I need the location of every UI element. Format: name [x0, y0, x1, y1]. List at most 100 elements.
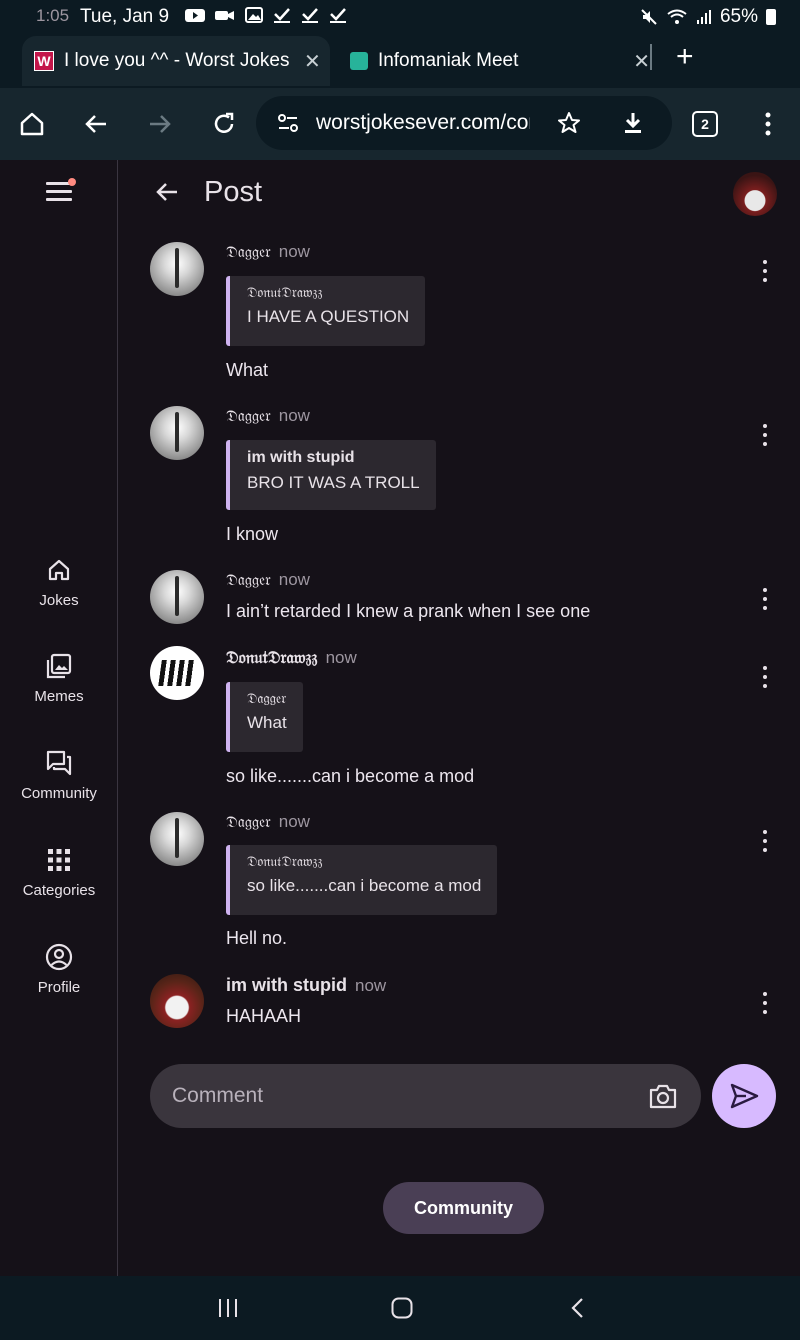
download-icon[interactable] — [620, 110, 646, 136]
close-tab-icon[interactable]: ✕ — [633, 49, 650, 74]
check-icon — [302, 8, 318, 23]
quote-author: 𝔇𝔬𝔫𝔲𝔱𝔇𝔯𝔞𝔴𝔷𝔷 — [247, 285, 323, 301]
tab-separator — [650, 44, 652, 70]
arrow-left-icon — [85, 115, 106, 133]
sidebar: Jokes Memes Community Categories Profile — [0, 160, 118, 1276]
url-text[interactable]: worstjokesever.com/community — [316, 111, 530, 135]
more-vert-icon[interactable] — [759, 992, 771, 1014]
quoted-reply[interactable]: 𝔇𝔬𝔫𝔲𝔱𝔇𝔯𝔞𝔴𝔷𝔷 I HAVE A QUESTION — [226, 276, 426, 346]
comment-author[interactable]: 𝔇𝔬𝔫𝔲𝔱𝔇𝔯𝔞𝔴𝔷𝔷 — [226, 648, 318, 668]
comment-text: I ain’t retarded I knew a prank when I s… — [226, 601, 591, 621]
check-icon — [330, 8, 346, 23]
status-date: Tue, Jan 9 — [80, 6, 170, 27]
back-nav-icon[interactable] — [566, 1296, 590, 1320]
comment-author[interactable]: 𝔇𝔞𝔤𝔤𝔢𝔯 — [226, 406, 271, 425]
more-vert-icon[interactable] — [759, 666, 771, 688]
signal-icon — [696, 10, 711, 24]
avatar[interactable] — [150, 570, 204, 624]
avatar[interactable] — [150, 242, 204, 296]
back-button[interactable] — [78, 106, 114, 142]
comment-input[interactable] — [172, 1082, 612, 1110]
comment-time: now — [278, 812, 310, 831]
infomaniak-favicon-icon — [350, 52, 368, 70]
comment-time: now — [325, 648, 357, 667]
system-indicators: 65% — [640, 6, 776, 28]
forward-button[interactable] — [142, 106, 178, 142]
site-settings-icon[interactable] — [276, 111, 300, 135]
arrow-back-icon[interactable] — [153, 178, 181, 206]
home-icon — [20, 112, 44, 136]
comment-author[interactable]: 𝔇𝔞𝔤𝔤𝔢𝔯 — [226, 570, 271, 589]
comment-text: I know — [226, 524, 279, 544]
page-title: Post — [204, 176, 263, 208]
more-vert-icon[interactable] — [759, 260, 771, 282]
notification-icons — [184, 6, 348, 24]
comment-time: now — [278, 570, 310, 589]
comment-text: Hell no. — [226, 928, 288, 948]
more-vert-icon[interactable] — [759, 424, 771, 446]
address-bar[interactable]: worstjokesever.com/community — [256, 96, 672, 150]
system-navigation-bar — [0, 1276, 800, 1340]
more-vert-icon[interactable] — [759, 830, 771, 852]
sidebar-item-profile[interactable]: Profile — [0, 943, 118, 996]
sidebar-item-categories[interactable]: Categories — [0, 846, 118, 899]
tab-title: I love you ^^ - Worst Jokes Ever — [64, 50, 296, 71]
menu-line — [46, 190, 72, 193]
avatar[interactable] — [150, 974, 204, 1028]
browser-tab-active[interactable]: W I love you ^^ - Worst Jokes Ever ✕ — [22, 36, 330, 86]
comment-text: HAHAAH — [226, 1006, 302, 1026]
sidebar-item-memes[interactable]: Memes — [0, 652, 118, 705]
battery-icon — [766, 9, 776, 25]
reload-button[interactable] — [206, 106, 242, 142]
new-tab-icon[interactable]: + — [676, 40, 694, 74]
camera-icon[interactable] — [648, 1082, 678, 1110]
quote-author: 𝔇𝔬𝔫𝔲𝔱𝔇𝔯𝔞𝔴𝔷𝔷 — [247, 854, 323, 870]
send-icon — [730, 1083, 759, 1109]
tab-title: Infomaniak Meet — [377, 50, 519, 71]
wifi-icon — [667, 9, 687, 24]
home-nav-icon[interactable] — [390, 1296, 414, 1320]
quote-text: What — [247, 713, 287, 732]
account-circle-icon — [45, 943, 73, 971]
recent-apps-icon[interactable] — [216, 1296, 240, 1320]
check-icon — [274, 8, 290, 23]
more-vert-icon[interactable] — [759, 588, 771, 610]
comment-author[interactable]: 𝔇𝔞𝔤𝔤𝔢𝔯 — [226, 242, 271, 261]
sidebar-item-community[interactable]: Community — [0, 749, 118, 802]
tab-switcher-button[interactable]: 2 — [692, 111, 718, 137]
avatar[interactable] — [150, 646, 204, 700]
browser-tab[interactable]: Infomaniak Meet ✕ — [350, 36, 650, 86]
send-button[interactable] — [712, 1064, 776, 1128]
home-button[interactable] — [14, 106, 50, 142]
sidebar-item-jokes[interactable]: Jokes — [0, 556, 118, 609]
browser-tab-strip: W I love you ^^ - Worst Jokes Ever ✕ Inf… — [0, 32, 800, 88]
avatar[interactable] — [150, 406, 204, 460]
sidebar-item-label: Community — [21, 785, 97, 802]
menu-button[interactable] — [46, 178, 76, 206]
quoted-reply[interactable]: 𝔇𝔞𝔤𝔤𝔢𝔯 What — [226, 682, 303, 752]
menu-line — [46, 198, 72, 201]
community-button[interactable]: Community — [383, 1182, 544, 1234]
comment-author[interactable]: im with stupid — [226, 975, 347, 995]
close-tab-icon[interactable]: ✕ — [304, 49, 321, 74]
comment-author[interactable]: 𝔇𝔞𝔤𝔤𝔢𝔯 — [226, 812, 271, 831]
comment-meta: 𝔇𝔞𝔤𝔤𝔢𝔯 now — [226, 406, 310, 426]
quote-author: 𝔇𝔞𝔤𝔤𝔢𝔯 — [247, 691, 287, 707]
worst-jokes-favicon-icon: W — [34, 51, 54, 71]
image-gallery-icon — [46, 653, 72, 679]
notification-dot — [68, 178, 76, 186]
quote-text: so like.......can i become a mod — [247, 876, 482, 895]
comment-meta: 𝔇𝔬𝔫𝔲𝔱𝔇𝔯𝔞𝔴𝔷𝔷 now — [226, 648, 357, 668]
chat-bubbles-icon — [46, 750, 72, 776]
more-options-icon[interactable] — [758, 110, 778, 138]
youtube-icon — [185, 9, 205, 22]
user-avatar[interactable] — [733, 172, 777, 216]
comment-time: now — [278, 242, 310, 261]
quoted-reply[interactable]: im with stupid BRO IT WAS A TROLL — [226, 440, 436, 510]
mute-icon — [641, 9, 657, 25]
avatar[interactable] — [150, 812, 204, 866]
quoted-reply[interactable]: 𝔇𝔬𝔫𝔲𝔱𝔇𝔯𝔞𝔴𝔷𝔷 so like.......can i become a… — [226, 845, 498, 915]
bookmark-star-icon[interactable] — [556, 110, 582, 136]
grid-icon — [48, 849, 70, 871]
quote-text: BRO IT WAS A TROLL — [247, 473, 420, 492]
